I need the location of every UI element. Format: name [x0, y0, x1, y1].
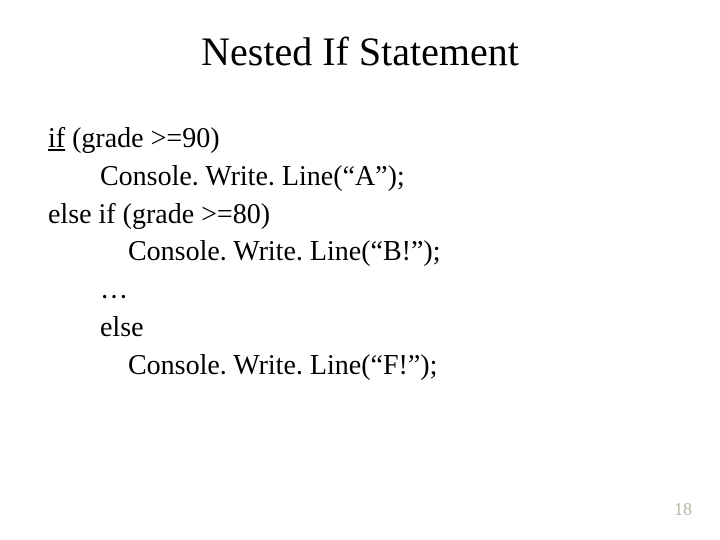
- keyword-if: if: [48, 123, 65, 154]
- code-line-7: Console. Write. Line(“F!”);: [48, 347, 672, 385]
- code-line-3: else if (grade >=80): [48, 196, 672, 234]
- code-line-4: Console. Write. Line(“B!”);: [48, 233, 672, 271]
- slide: Nested If Statement if (grade >=90) Cons…: [0, 0, 720, 540]
- code-block: if (grade >=90) Console. Write. Line(“A”…: [48, 120, 672, 385]
- code-line-1: if (grade >=90): [48, 120, 672, 158]
- code-line-5: …: [48, 271, 672, 309]
- code-text: (grade >=90): [65, 123, 219, 154]
- code-line-2: Console. Write. Line(“A”);: [48, 158, 672, 196]
- code-line-6: else: [48, 309, 672, 347]
- page-number: 18: [674, 499, 692, 520]
- slide-title: Nested If Statement: [0, 28, 720, 75]
